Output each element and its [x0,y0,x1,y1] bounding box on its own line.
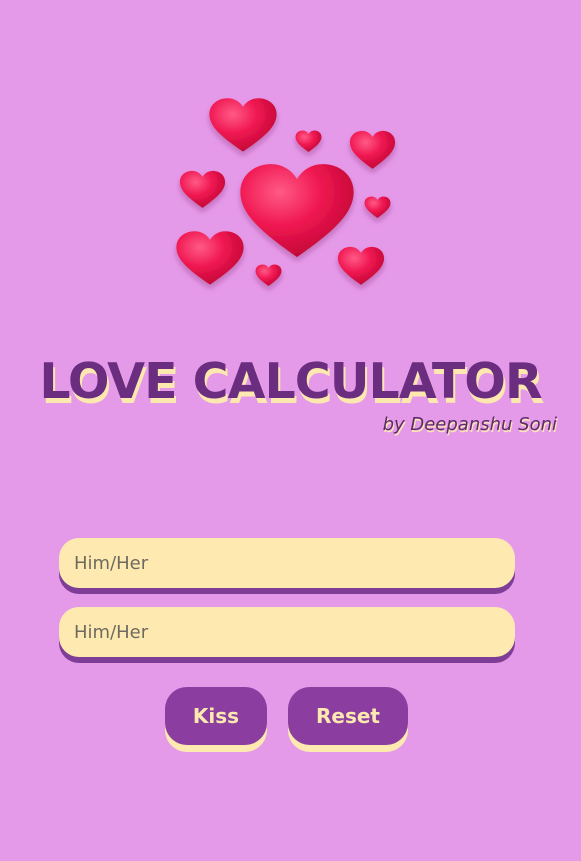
kiss-button[interactable]: Kiss [165,687,267,745]
heart-icon [255,264,282,286]
author-byline: by Deepanshu Soni [382,414,557,435]
hearts-logo-icon [176,98,396,286]
heart-icon-large [240,164,354,258]
heart-icon [337,246,385,285]
reset-button[interactable]: Reset [288,687,408,745]
page-title: LOVE CALCULATOR [39,353,542,410]
heart-icon [179,170,226,208]
heart-icon [295,130,322,152]
second-name-input[interactable] [59,607,515,657]
heart-icon [176,231,244,285]
first-name-input[interactable] [59,538,515,588]
heart-icon [349,130,396,169]
heart-icon [209,98,277,152]
heart-icon [364,196,391,218]
